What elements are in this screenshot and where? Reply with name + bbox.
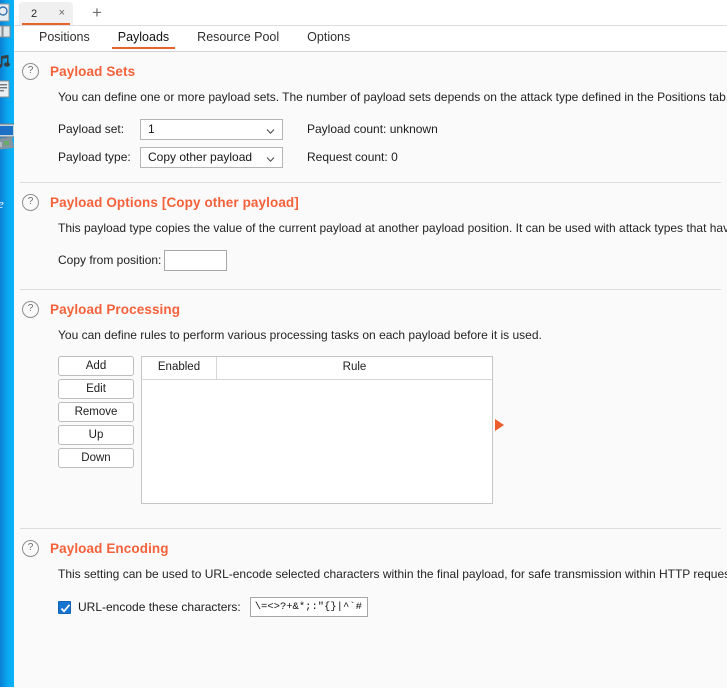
payload-processing-area: Add Edit Remove Up Down Enabled Rule xyxy=(14,356,727,504)
payload-set-row: Payload set: 1 Payload count: unknown xyxy=(58,118,727,140)
payload-processing-buttons: Add Edit Remove Up Down xyxy=(58,356,134,471)
tab-resource-pool[interactable]: Resource Pool xyxy=(183,26,293,49)
computer-icon xyxy=(0,122,14,154)
payload-processing-description: You can define rules to perform various … xyxy=(58,328,542,342)
remove-button[interactable]: Remove xyxy=(58,402,134,422)
music-note-icon xyxy=(0,52,14,74)
text-file-icon xyxy=(0,22,14,44)
add-tab-icon[interactable]: + xyxy=(88,4,106,22)
column-header-enabled: Enabled xyxy=(142,357,217,379)
payloads-panel: ? Payload Sets You can define one or mor… xyxy=(14,52,727,688)
browser-e-icon: e xyxy=(0,196,14,212)
payload-set-select[interactable]: 1 xyxy=(140,118,283,140)
up-button[interactable]: Up xyxy=(58,425,134,445)
help-icon[interactable]: ? xyxy=(22,301,39,318)
tab-positions[interactable]: Positions xyxy=(25,26,104,49)
down-button[interactable]: Down xyxy=(58,448,134,468)
copy-from-position-input[interactable] xyxy=(164,249,227,271)
desktop-background-strip: e xyxy=(0,0,14,687)
help-icon[interactable]: ? xyxy=(22,540,39,557)
chevron-down-icon xyxy=(266,153,275,162)
request-count-label: Request count: xyxy=(307,150,388,164)
url-encode-characters-input[interactable]: \=<>?+&*;:"{}|^`# xyxy=(249,597,368,617)
check-icon xyxy=(60,603,71,613)
request-count: Request count: 0 xyxy=(307,150,398,164)
page-title-payload-options: Payload Options [Copy other payload] xyxy=(50,195,299,210)
section-payload-options: ? Payload Options [Copy other payload] T… xyxy=(14,183,727,271)
table-header-row: Enabled Rule xyxy=(142,357,492,380)
section-payload-encoding: ? Payload Encoding This setting can be u… xyxy=(14,529,727,617)
tab-attack-2-label: 2 xyxy=(31,7,38,20)
payload-processing-rules-table[interactable]: Enabled Rule xyxy=(141,356,493,504)
payload-options-description: This payload type copies the value of th… xyxy=(58,221,727,235)
page-title-payload-sets: Payload Sets xyxy=(50,64,136,79)
payload-options-header: ? Payload Options [Copy other payload] xyxy=(14,183,727,211)
section-payload-processing: ? Payload Processing You can define rule… xyxy=(14,290,727,504)
payload-sets-form: Payload set: 1 Payload count: unknown Pa… xyxy=(14,118,727,168)
payload-sets-header: ? Payload Sets xyxy=(14,52,727,80)
section-payload-sets: ? Payload Sets You can define one or mor… xyxy=(14,52,727,168)
payload-count: Payload count: unknown xyxy=(307,122,438,136)
payload-type-value: Copy other payload xyxy=(148,150,253,164)
url-encode-label: URL-encode these characters: xyxy=(78,600,241,614)
payload-type-select[interactable]: Copy other payload xyxy=(140,146,283,168)
url-encode-checkbox[interactable] xyxy=(58,600,71,614)
help-icon[interactable]: ? xyxy=(22,194,39,211)
payload-sets-description: You can define one or more payload sets.… xyxy=(58,90,727,104)
payload-count-value: unknown xyxy=(389,122,438,136)
payload-type-row: Payload type: Copy other payload Request… xyxy=(58,146,727,168)
help-icon[interactable]: ? xyxy=(22,63,39,80)
panel-expander-icon[interactable] xyxy=(494,418,506,432)
url-encode-row: URL-encode these characters: \=<>?+&*;:"… xyxy=(14,597,727,617)
column-header-rule: Rule xyxy=(342,361,367,373)
tab-options[interactable]: Options xyxy=(293,26,364,49)
payload-type-label: Payload type: xyxy=(58,150,131,164)
page-title-payload-encoding: Payload Encoding xyxy=(50,541,169,556)
page-title-payload-processing: Payload Processing xyxy=(50,302,181,317)
payload-count-label: Payload count: xyxy=(307,122,387,136)
payload-set-value: 1 xyxy=(148,122,155,136)
payload-options-form: Copy from position: xyxy=(14,249,727,271)
edit-button[interactable]: Edit xyxy=(58,379,134,399)
intruder-subtab-bar: Positions Payloads Resource Pool Options xyxy=(14,26,727,52)
payload-processing-header: ? Payload Processing xyxy=(14,290,727,318)
request-count-value: 0 xyxy=(391,150,398,164)
attack-tab-strip: 2 × + xyxy=(14,0,727,26)
document-icon xyxy=(0,78,14,100)
tab-attack-2[interactable]: 2 × xyxy=(19,2,73,25)
close-icon[interactable]: × xyxy=(57,8,67,19)
payload-set-label: Payload set: xyxy=(58,122,125,136)
burp-intruder-window: 2 × + Positions Payloads Resource Pool O… xyxy=(14,0,727,688)
add-button[interactable]: Add xyxy=(58,356,134,376)
chevron-down-icon xyxy=(266,125,275,134)
generic-file-icon xyxy=(0,2,14,24)
copy-from-position-row: Copy from position: xyxy=(58,249,727,271)
tab-payloads[interactable]: Payloads xyxy=(104,26,183,49)
payload-encoding-description: This setting can be used to URL-encode s… xyxy=(58,567,727,581)
payload-encoding-header: ? Payload Encoding xyxy=(14,529,727,557)
copy-from-position-label: Copy from position: xyxy=(58,253,162,267)
